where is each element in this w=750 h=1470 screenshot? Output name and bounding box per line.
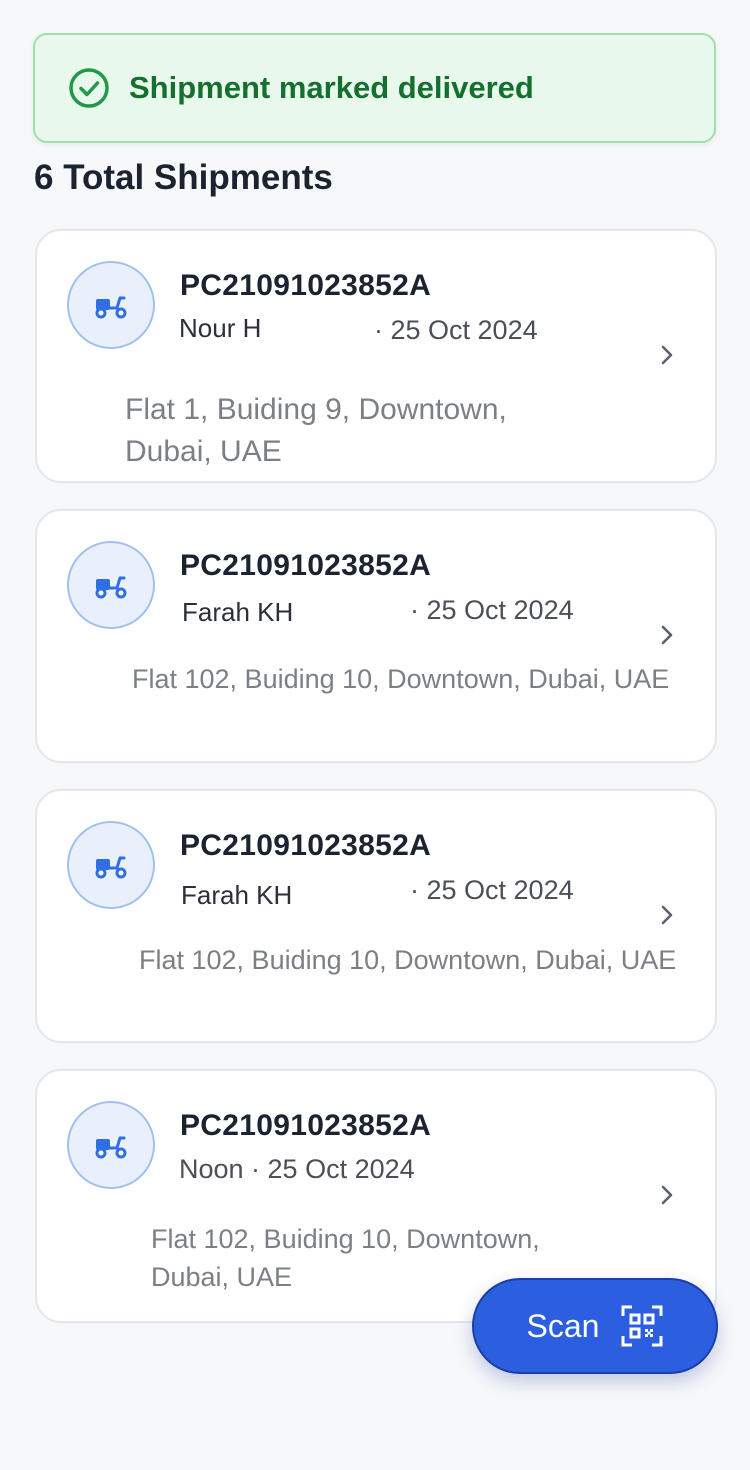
shipment-meta: Noon · 25 Oct 2024 (179, 1154, 415, 1184)
shipment-date: · 25 Oct 2024 (374, 315, 538, 345)
shipment-card[interactable]: PC21091023852A Farah KH · 25 Oct 2024 Fl… (35, 789, 717, 1043)
shipment-date: · 25 Oct 2024 (410, 595, 574, 625)
total-shipments-heading: 6 Total Shipments (34, 158, 333, 197)
recipient-name: Nour H (179, 313, 262, 343)
shipment-address: Flat 1, Buiding 9, Downtown, Dubai, UAE (125, 393, 507, 468)
tracking-number: PC21091023852A (180, 1109, 432, 1142)
toast-message: Shipment marked delivered (129, 70, 534, 105)
scooter-icon (67, 541, 155, 629)
shipment-date: · 25 Oct 2024 (410, 875, 574, 905)
chevron-right-icon (655, 343, 679, 367)
qr-code-icon (621, 1305, 663, 1347)
success-toast: Shipment marked delivered (33, 33, 716, 143)
tracking-number: PC21091023852A (180, 829, 432, 862)
scan-button-label: Scan (526, 1307, 600, 1344)
chevron-right-icon (655, 623, 679, 647)
recipient-name: Farah KH (182, 597, 294, 627)
scooter-icon (67, 1101, 155, 1189)
scan-button[interactable]: Scan (472, 1278, 718, 1374)
tracking-number: PC21091023852A (180, 549, 432, 582)
shipment-card[interactable]: PC21091023852A Farah KH · 25 Oct 2024 Fl… (35, 509, 717, 763)
shipment-address: Flat 102, Buiding 10, Downtown, Dubai, U… (139, 945, 677, 975)
shipment-address: Flat 102, Buiding 10, Downtown, Dubai, U… (132, 664, 670, 694)
recipient-name: Farah KH (181, 880, 293, 910)
scooter-icon (67, 261, 155, 349)
chevron-right-icon (655, 903, 679, 927)
scooter-icon (67, 821, 155, 909)
tracking-number: PC21091023852A (180, 269, 432, 302)
chevron-right-icon (655, 1183, 679, 1207)
shipment-card[interactable]: PC21091023852A Nour H · 25 Oct 2024 Flat… (35, 229, 717, 483)
check-circle-icon (67, 66, 111, 110)
